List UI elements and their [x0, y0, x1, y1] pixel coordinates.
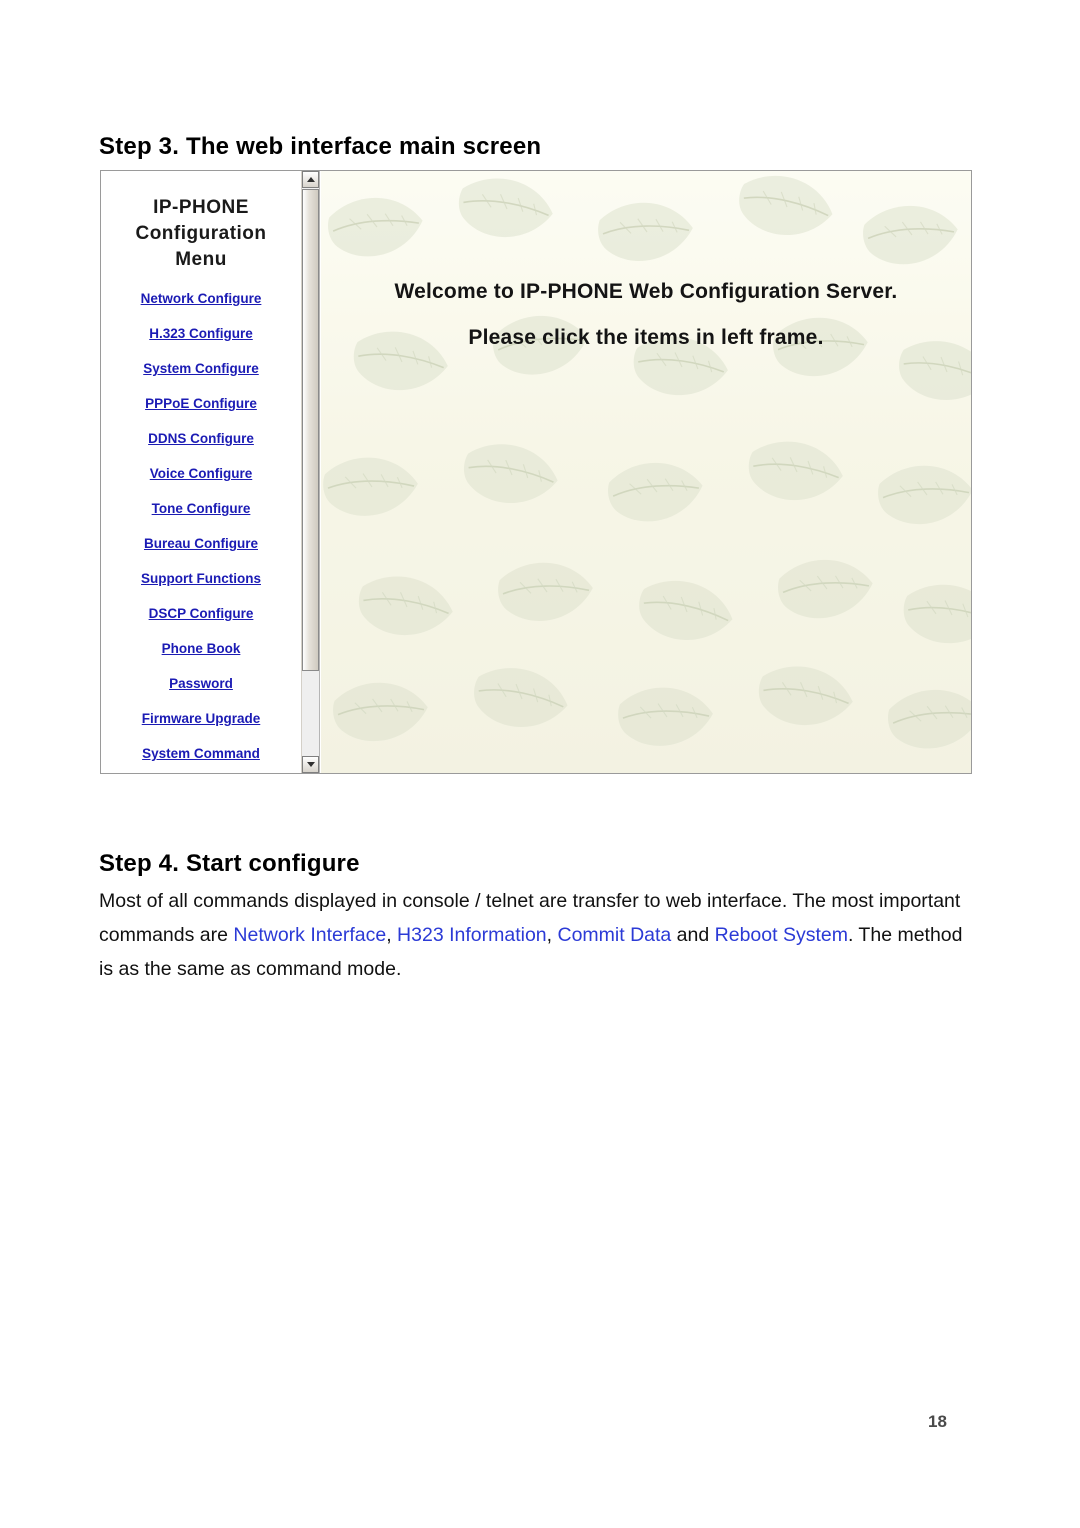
- menu-item-ddns-configure[interactable]: DDNS Configure: [101, 421, 301, 456]
- link-h323-information: H323 Information: [397, 924, 547, 946]
- menu-scrollbar[interactable]: [301, 171, 319, 773]
- menu-item-system-command[interactable]: System Command: [101, 736, 301, 771]
- scroll-down-button[interactable]: [302, 756, 319, 773]
- welcome-line-2: Please click the items in left frame.: [468, 326, 824, 349]
- document-page: Step 3. The web interface main screen IP…: [0, 0, 1080, 1528]
- page-number: 18: [928, 1412, 947, 1431]
- welcome-message: Welcome to IP-PHONE Web Configuration Se…: [321, 269, 971, 361]
- scrollbar-track[interactable]: [302, 671, 319, 756]
- welcome-line-1: Welcome to IP-PHONE Web Configuration Se…: [394, 280, 898, 303]
- menu-item-tone-configure[interactable]: Tone Configure: [101, 491, 301, 526]
- menu-item-pppoe-configure[interactable]: PPPoE Configure: [101, 386, 301, 421]
- browser-screenshot: IP-PHONE Configuration Menu Network Conf…: [100, 170, 972, 774]
- link-network-interface: Network Interface: [233, 924, 387, 946]
- chevron-down-icon: [306, 762, 315, 767]
- menu-item-dscp-configure[interactable]: DSCP Configure: [101, 596, 301, 631]
- config-menu-list: Network Configure H.323 Configure System…: [101, 281, 301, 771]
- menu-title: IP-PHONE Configuration Menu: [101, 195, 301, 273]
- step4-paragraph: Most of all commands displayed in consol…: [99, 884, 979, 986]
- menu-title-line1: IP-PHONE: [153, 197, 249, 218]
- scrollbar-thumb[interactable]: [302, 189, 319, 671]
- menu-item-firmware-upgrade[interactable]: Firmware Upgrade: [101, 701, 301, 736]
- menu-item-h323-configure[interactable]: H.323 Configure: [101, 316, 301, 351]
- leaf-background-pattern: [321, 171, 971, 773]
- menu-item-phone-book[interactable]: Phone Book: [101, 631, 301, 666]
- scroll-up-button[interactable]: [302, 171, 319, 188]
- step4-heading: Step 4. Start configure: [99, 850, 360, 877]
- config-menu-frame: IP-PHONE Configuration Menu Network Conf…: [101, 171, 320, 773]
- link-commit-data: Commit Data: [557, 924, 672, 946]
- menu-item-network-configure[interactable]: Network Configure: [101, 281, 301, 316]
- link-reboot-system: Reboot System: [714, 924, 848, 946]
- menu-title-line3: Menu: [175, 249, 227, 270]
- paragraph-sep1: ,: [386, 924, 398, 946]
- paragraph-text-part1: Most of all commands displayed in consol…: [99, 890, 874, 912]
- chevron-up-icon: [306, 177, 315, 182]
- menu-item-system-configure[interactable]: System Configure: [101, 351, 301, 386]
- menu-item-password[interactable]: Password: [101, 666, 301, 701]
- paragraph-sep2: ,: [546, 924, 558, 946]
- paragraph-sep3: and: [671, 924, 715, 946]
- menu-item-support-functions[interactable]: Support Functions: [101, 561, 301, 596]
- menu-title-line2: Configuration: [135, 223, 267, 244]
- menu-item-bureau-configure[interactable]: Bureau Configure: [101, 526, 301, 561]
- menu-item-voice-configure[interactable]: Voice Configure: [101, 456, 301, 491]
- step3-heading: Step 3. The web interface main screen: [99, 133, 542, 160]
- content-frame: Welcome to IP-PHONE Web Configuration Se…: [321, 171, 971, 773]
